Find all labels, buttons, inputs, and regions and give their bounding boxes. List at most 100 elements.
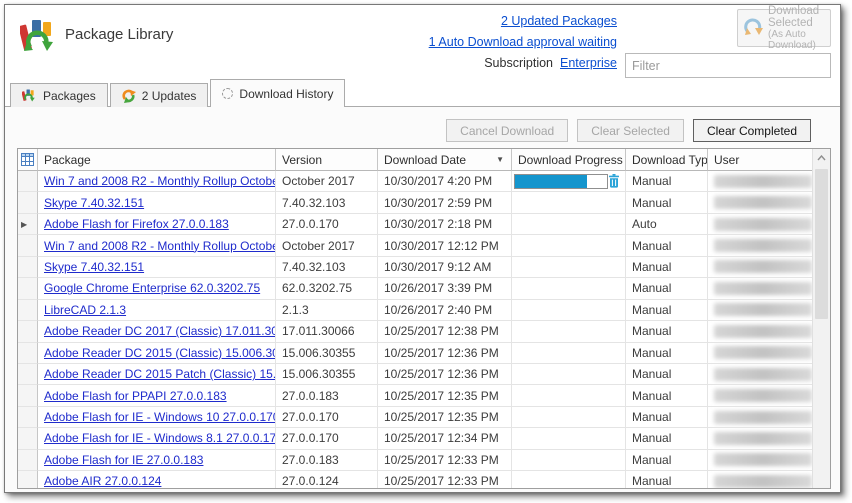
row-selector-cell[interactable] (18, 235, 38, 256)
table-row[interactable]: ▶ Adobe Flash for Firefox 27.0.0.183 27.… (18, 214, 813, 235)
package-link[interactable]: LibreCAD 2.1.3 (44, 303, 126, 317)
package-link[interactable]: Adobe Reader DC 2017 (Classic) 17.011.30… (44, 324, 276, 338)
type-cell: Manual (626, 171, 708, 192)
redacted-user (714, 368, 812, 381)
approval-waiting-link[interactable]: 1 Auto Download approval waiting (429, 32, 617, 53)
package-link[interactable]: Adobe Reader DC 2015 (Classic) 15.006.30… (44, 346, 276, 360)
version-cell: 7.40.32.103 (276, 257, 378, 278)
tab-download-history[interactable]: Download History (210, 79, 345, 107)
row-selector-cell[interactable] (18, 321, 38, 342)
updated-packages-link[interactable]: 2 Updated Packages (501, 11, 617, 32)
date-cell: 10/30/2017 2:18 PM (378, 214, 512, 235)
package-link[interactable]: Adobe Flash for IE 27.0.0.183 (44, 453, 203, 467)
redacted-user (714, 346, 812, 359)
package-link[interactable]: Adobe Flash for PPAPI 27.0.0.183 (44, 389, 227, 403)
package-link[interactable]: Adobe AIR 27.0.0.124 (44, 474, 161, 488)
scroll-up-icon[interactable] (813, 149, 830, 166)
row-selector-cell[interactable] (18, 385, 38, 406)
column-header-user[interactable]: User (708, 149, 813, 171)
row-selector-cell[interactable] (18, 300, 38, 321)
version-cell: 17.011.30066 (276, 321, 378, 342)
row-selector-cell[interactable] (18, 343, 38, 364)
package-link[interactable]: Adobe Reader DC 2015 Patch (Classic) 15.… (44, 367, 276, 381)
row-selector-cell[interactable] (18, 171, 38, 192)
vertical-scrollbar[interactable] (812, 149, 830, 488)
table-row[interactable]: Skype 7.40.32.151 7.40.32.103 10/30/2017… (18, 257, 813, 278)
date-cell: 10/25/2017 12:35 PM (378, 385, 512, 406)
tab-updates[interactable]: 2 Updates (110, 83, 209, 107)
progress-cell (512, 235, 626, 256)
row-selector-cell[interactable] (18, 278, 38, 299)
column-header-version[interactable]: Version (276, 149, 378, 171)
table-row[interactable]: Adobe Flash for IE - Windows 10 27.0.0.1… (18, 407, 813, 428)
table-row[interactable]: Adobe Reader DC 2015 (Classic) 15.006.30… (18, 343, 813, 364)
table-row[interactable]: Adobe Reader DC 2015 Patch (Classic) 15.… (18, 364, 813, 385)
table-row[interactable]: Skype 7.40.32.151 7.40.32.103 10/30/2017… (18, 192, 813, 213)
row-selector-cell[interactable] (18, 471, 38, 488)
redacted-user (714, 325, 812, 338)
date-cell: 10/25/2017 12:36 PM (378, 364, 512, 385)
table-body: Win 7 and 2008 R2 - Monthly Rollup Octob… (18, 171, 813, 488)
row-selector-cell[interactable] (18, 364, 38, 385)
progress-fill (515, 175, 587, 188)
row-selector-cell[interactable] (18, 450, 38, 471)
type-cell: Manual (626, 321, 708, 342)
table-row[interactable]: Adobe Flash for PPAPI 27.0.0.183 27.0.0.… (18, 385, 813, 406)
delete-download-icon[interactable] (608, 174, 620, 188)
row-selector-cell[interactable] (18, 192, 38, 213)
type-cell: Manual (626, 471, 708, 488)
table-row[interactable]: Adobe Flash for IE - Windows 8.1 27.0.0.… (18, 428, 813, 449)
table-row[interactable]: Adobe AIR 27.0.0.124 27.0.0.124 10/25/20… (18, 471, 813, 488)
table-header-row: Package Version Download Date ▼ Download… (18, 149, 813, 171)
user-cell (708, 300, 813, 321)
redacted-user (714, 175, 812, 188)
package-link[interactable]: Adobe Flash for IE - Windows 8.1 27.0.0.… (44, 431, 276, 445)
as-auto-download-label: (As Auto Download) (768, 29, 826, 51)
user-cell (708, 343, 813, 364)
subscription-link[interactable]: Enterprise (560, 53, 617, 74)
package-link[interactable]: Skype 7.40.32.151 (44, 196, 144, 210)
download-selected-button[interactable]: Download Selected (As Auto Download) (737, 9, 831, 47)
progress-cell (512, 300, 626, 321)
progress-cell (512, 364, 626, 385)
package-link[interactable]: Skype 7.40.32.151 (44, 260, 144, 274)
row-selector-cell[interactable] (18, 428, 38, 449)
clear-selected-button[interactable]: Clear Selected (577, 119, 684, 142)
table-row[interactable]: Google Chrome Enterprise 62.0.3202.75 62… (18, 278, 813, 299)
redacted-user (714, 453, 812, 466)
column-header-download-type[interactable]: Download Type (626, 149, 708, 171)
redacted-user (714, 411, 812, 424)
type-cell: Manual (626, 300, 708, 321)
table-row[interactable]: LibreCAD 2.1.3 2.1.3 10/26/2017 2:40 PM … (18, 300, 813, 321)
column-header-download-date[interactable]: Download Date ▼ (378, 149, 512, 171)
scrollbar-thumb[interactable] (815, 169, 828, 319)
package-link[interactable]: Adobe Flash for IE - Windows 10 27.0.0.1… (44, 410, 276, 424)
tab-packages[interactable]: Packages (10, 83, 108, 107)
table-grid-icon (21, 153, 34, 166)
user-cell (708, 450, 813, 471)
version-cell: 2.1.3 (276, 300, 378, 321)
table-row[interactable]: Adobe Flash for IE 27.0.0.183 27.0.0.183… (18, 450, 813, 471)
table-row[interactable]: Adobe Reader DC 2017 (Classic) 17.011.30… (18, 321, 813, 342)
select-all-corner[interactable] (18, 149, 38, 171)
package-link[interactable]: Win 7 and 2008 R2 - Monthly Rollup Octob… (44, 174, 276, 188)
type-cell: Manual (626, 192, 708, 213)
package-link[interactable]: Google Chrome Enterprise 62.0.3202.75 (44, 281, 260, 295)
row-selector-cell[interactable] (18, 257, 38, 278)
cancel-download-button[interactable]: Cancel Download (446, 119, 568, 142)
version-cell: 15.006.30355 (276, 343, 378, 364)
version-cell: 27.0.0.170 (276, 407, 378, 428)
table-row[interactable]: Win 7 and 2008 R2 - Monthly Rollup Octob… (18, 235, 813, 256)
clear-completed-button[interactable]: Clear Completed (693, 119, 811, 142)
filter-input[interactable] (625, 53, 831, 78)
column-header-download-progress[interactable]: Download Progress (512, 149, 626, 171)
version-cell: 62.0.3202.75 (276, 278, 378, 299)
package-link[interactable]: Adobe Flash for Firefox 27.0.0.183 (44, 217, 229, 231)
row-selector-cell[interactable] (18, 407, 38, 428)
date-cell: 10/26/2017 3:39 PM (378, 278, 512, 299)
table-row[interactable]: Win 7 and 2008 R2 - Monthly Rollup Octob… (18, 171, 813, 192)
row-selector-cell[interactable]: ▶ (18, 214, 38, 235)
column-header-package[interactable]: Package (38, 149, 276, 171)
package-link[interactable]: Win 7 and 2008 R2 - Monthly Rollup Octob… (44, 239, 276, 253)
progress-cell (512, 257, 626, 278)
